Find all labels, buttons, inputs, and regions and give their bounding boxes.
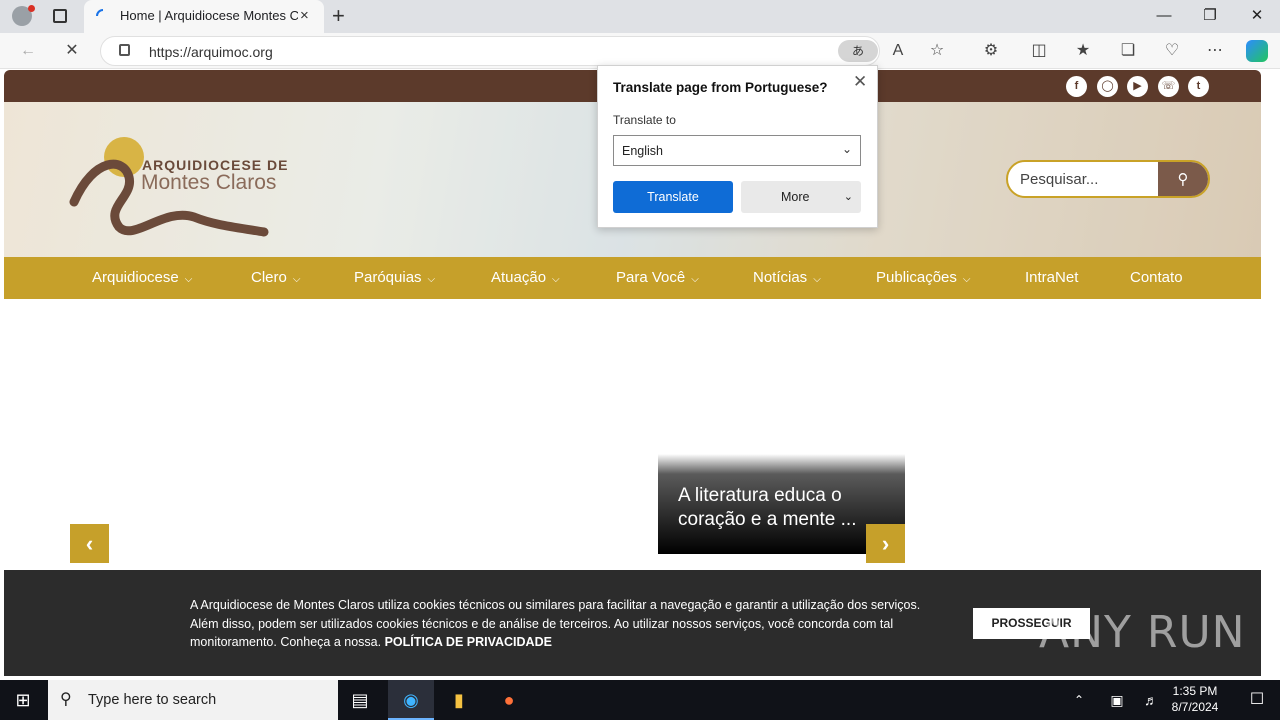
stop-loading-icon[interactable]: ✕ bbox=[61, 40, 83, 62]
translate-popup: Translate page from Portuguese? ✕ Transl… bbox=[597, 65, 878, 228]
favorites-icon[interactable]: ★ bbox=[1072, 40, 1094, 62]
more-label: More bbox=[781, 190, 810, 204]
tab-title: Home | Arquidiocese Montes Cla bbox=[120, 8, 298, 23]
site-search-input[interactable]: Pesquisar... bbox=[1020, 171, 1098, 188]
split-screen-icon[interactable]: ◫ bbox=[1028, 40, 1050, 62]
translate-to-label: Translate to bbox=[613, 113, 676, 127]
read-aloud-icon[interactable]: A bbox=[887, 40, 909, 62]
windows-taskbar: ⊞ ⚲ Type here to search ▤ ◉ ▮ ● ⌃ ▣ ♬ 1:… bbox=[0, 680, 1280, 720]
menu-label: Para Você bbox=[616, 269, 686, 286]
menu-label: Arquidiocese bbox=[92, 269, 179, 286]
favorite-star-icon[interactable]: ☆ bbox=[926, 40, 948, 62]
translate-button[interactable]: Translate bbox=[613, 181, 733, 213]
chevron-down-icon: ⌵ bbox=[427, 274, 436, 285]
cookie-text: A Arquidiocese de Montes Claros utiliza … bbox=[190, 596, 950, 652]
slider-next-button[interactable]: › bbox=[866, 524, 905, 563]
chevron-down-icon: ⌵ bbox=[184, 274, 193, 285]
restore-button[interactable]: ❐ bbox=[1187, 4, 1233, 28]
search-icon[interactable]: ⚲ bbox=[1158, 162, 1208, 196]
loading-favicon-icon bbox=[96, 9, 110, 23]
address-bar[interactable]: https://arquimoc.org あ bbox=[100, 36, 880, 66]
cookie-banner: A Arquidiocese de Montes Claros utiliza … bbox=[4, 570, 1261, 676]
close-window-button[interactable]: ✕ bbox=[1234, 4, 1280, 28]
edge-taskbar-icon[interactable]: ◉ bbox=[388, 680, 434, 720]
chevron-down-icon: ⌄ bbox=[843, 191, 853, 203]
search-icon: ⚲ bbox=[60, 691, 72, 708]
slider-area: A literatura educa o coração e a mente .… bbox=[4, 299, 1261, 570]
tab-actions-icon[interactable] bbox=[53, 9, 67, 23]
minimize-button[interactable]: — bbox=[1141, 4, 1187, 28]
clock-time: 1:35 PM bbox=[1172, 684, 1218, 698]
chevron-down-icon: ⌄ bbox=[841, 142, 852, 156]
translate-heading: Translate page from Portuguese? bbox=[613, 80, 828, 95]
menu-item-paroquias[interactable]: Paróquias ⌵ bbox=[354, 269, 435, 286]
more-menu-icon[interactable]: ⋯ bbox=[1204, 40, 1226, 62]
chevron-down-icon: ⌵ bbox=[962, 274, 971, 285]
menu-item-publicacoes[interactable]: Publicações ⌵ bbox=[876, 269, 970, 286]
firefox-icon[interactable]: ● bbox=[486, 680, 532, 720]
chevron-down-icon: ⌵ bbox=[691, 274, 699, 285]
menu-item-intranet[interactable]: IntraNet bbox=[1025, 269, 1078, 286]
menu-label: IntraNet bbox=[1025, 269, 1079, 286]
watermark: ANY RUN bbox=[1039, 607, 1246, 658]
browser-toolbar: ← ✕ https://arquimoc.org あ A ☆ ⚙ ◫ ★ ❏ ♡… bbox=[0, 33, 1280, 69]
taskbar-search-input[interactable]: Type here to search bbox=[88, 692, 216, 708]
slider-prev-button[interactable]: ‹ bbox=[70, 524, 109, 563]
twitter-icon[interactable]: t bbox=[1188, 76, 1209, 97]
privacy-policy-link[interactable]: POLÍTICA DE PRIVACIDADE bbox=[385, 635, 552, 649]
youtube-icon[interactable]: ▶ bbox=[1127, 76, 1148, 97]
taskbar-search[interactable]: ⚲ Type here to search bbox=[48, 680, 338, 720]
menu-label: Paróquias bbox=[354, 269, 422, 286]
browser-tab-active[interactable]: Home | Arquidiocese Montes Cla × bbox=[84, 0, 324, 33]
menu-label: Clero bbox=[251, 269, 287, 286]
browser-essentials-icon[interactable]: ♡ bbox=[1161, 40, 1183, 62]
windows-start-icon[interactable]: ⊞ bbox=[0, 680, 46, 720]
whatsapp-icon[interactable]: ☏ bbox=[1158, 76, 1179, 97]
selected-language: English bbox=[622, 144, 663, 158]
menu-item-contato[interactable]: Contato bbox=[1130, 269, 1183, 286]
url-text[interactable]: https://arquimoc.org bbox=[149, 44, 273, 60]
task-view-icon[interactable]: ▤ bbox=[337, 680, 383, 720]
network-icon[interactable]: ▣ bbox=[1104, 680, 1130, 720]
tab-close-icon[interactable]: × bbox=[300, 7, 309, 24]
facebook-icon[interactable]: f bbox=[1066, 76, 1087, 97]
menu-label: Atuação bbox=[491, 269, 547, 286]
copilot-icon[interactable] bbox=[1246, 40, 1268, 62]
menu-label: Publicações bbox=[876, 269, 957, 286]
site-search[interactable]: Pesquisar... ⚲ bbox=[1006, 160, 1210, 198]
browser-tab-bar: Home | Arquidiocese Montes Cla × + — ❐ ✕ bbox=[0, 0, 1280, 33]
chevron-down-icon: ⌵ bbox=[292, 274, 301, 285]
slide-caption[interactable]: A literatura educa o coração e a mente .… bbox=[678, 484, 893, 532]
chevron-down-icon: ⌵ bbox=[813, 274, 821, 285]
close-icon[interactable]: ✕ bbox=[853, 72, 867, 92]
logo-line2: Montes Claros bbox=[141, 171, 277, 194]
main-menu: Arquidiocese ⌵ Clero ⌵ Paróquias ⌵ Atuação ⌵… bbox=[4, 257, 1261, 299]
chevron-down-icon: ⌵ bbox=[552, 274, 560, 285]
notifications-icon[interactable]: ☐ bbox=[1234, 680, 1280, 720]
file-explorer-icon[interactable]: ▮ bbox=[436, 680, 482, 720]
instagram-icon[interactable]: ◯ bbox=[1097, 76, 1118, 97]
clock[interactable]: 1:35 PM 8/7/2024 bbox=[1160, 683, 1230, 715]
lock-icon[interactable] bbox=[119, 44, 130, 56]
extensions-icon[interactable]: ⚙ bbox=[980, 40, 1002, 62]
cookie-message: A Arquidiocese de Montes Claros utiliza … bbox=[190, 598, 921, 649]
menu-item-arquidiocese[interactable]: Arquidiocese ⌵ bbox=[92, 269, 192, 286]
new-tab-button[interactable]: + bbox=[332, 3, 345, 29]
tray-chevron-icon[interactable]: ⌃ bbox=[1056, 680, 1102, 720]
back-icon[interactable]: ← bbox=[17, 40, 39, 62]
menu-item-noticias[interactable]: Notícias ⌵ bbox=[753, 269, 821, 286]
menu-label: Contato bbox=[1130, 269, 1183, 286]
translate-icon[interactable]: あ bbox=[838, 40, 878, 62]
more-options-button[interactable]: More ⌄ bbox=[741, 181, 861, 213]
menu-item-para-voce[interactable]: Para Você ⌵ bbox=[616, 269, 699, 286]
menu-label: Notícias bbox=[753, 269, 808, 286]
collections-icon[interactable]: ❏ bbox=[1117, 40, 1139, 62]
menu-item-atuacao[interactable]: Atuação ⌵ bbox=[491, 269, 560, 286]
language-select[interactable]: English ⌄ bbox=[613, 135, 861, 166]
clock-date: 8/7/2024 bbox=[1171, 700, 1219, 714]
menu-item-clero[interactable]: Clero ⌵ bbox=[251, 269, 300, 286]
profile-notification-dot bbox=[28, 5, 35, 12]
